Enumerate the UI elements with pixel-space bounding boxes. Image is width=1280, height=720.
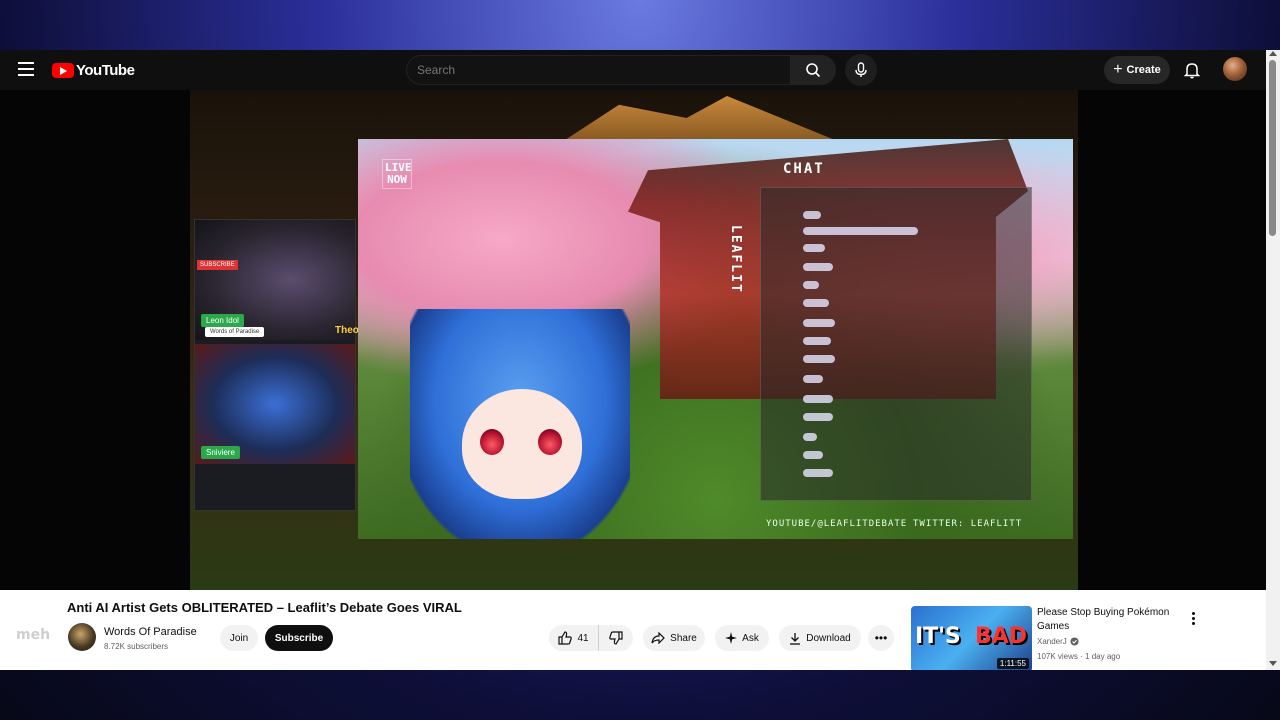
twitter-handle-text: TWITTER: LEAFLITT <box>913 519 1023 529</box>
chat-label: CHAT <box>783 161 825 177</box>
recommended-views: 107K views <box>1037 652 1078 661</box>
chat-message <box>803 281 819 289</box>
page-scrollbar[interactable] <box>1266 50 1280 670</box>
verified-check-icon <box>1070 637 1079 646</box>
chat-message <box>803 263 833 271</box>
dot-icon <box>1191 616 1195 620</box>
live-now-badge: LIVE NOW <box>382 159 412 189</box>
account-avatar[interactable] <box>1223 57 1247 81</box>
youtube-play-icon <box>52 62 74 78</box>
stream-scene: LIVE NOW CHAT LEAFLIT YOUTUBE/@LEAFLITDE… <box>358 139 1073 539</box>
vtuber-eye-right <box>538 429 562 455</box>
chat-message <box>803 337 831 345</box>
thumbs-down-icon <box>609 631 623 645</box>
search-button[interactable] <box>790 55 836 85</box>
video-duration: 1:11:55 <box>996 658 1029 669</box>
recommended-channel-name[interactable]: XanderJ <box>1037 637 1067 646</box>
subscriber-count: 8.72K subscribers <box>104 642 169 651</box>
share-button[interactable]: Share <box>643 625 705 651</box>
chat-message <box>803 227 918 235</box>
scroll-down-arrow-icon[interactable] <box>1269 661 1277 666</box>
chat-message <box>803 413 833 421</box>
scroll-thumb[interactable] <box>1269 60 1276 236</box>
cam-name-tag-bottom: Sniviere <box>201 446 240 459</box>
chat-message <box>803 469 833 477</box>
menu-icon[interactable] <box>18 62 34 76</box>
recommended-channel-row: XanderJ <box>1037 637 1079 646</box>
watermark-text: meh <box>16 627 51 643</box>
channel-name[interactable]: Words Of Paradise <box>104 626 197 638</box>
microphone-icon <box>855 62 867 77</box>
chat-message <box>803 211 821 219</box>
video-info-section: Anti AI Artist Gets OBLITERATED – Leafli… <box>0 590 1266 670</box>
share-icon <box>651 632 666 644</box>
create-button[interactable]: + Create <box>1104 56 1170 84</box>
channel-avatar[interactable] <box>68 623 96 651</box>
sparkle-icon <box>725 632 738 644</box>
masthead: YouTube + Create <box>0 50 1266 90</box>
chat-message <box>803 355 835 363</box>
like-button[interactable]: 41 <box>549 625 599 651</box>
youtube-logo[interactable]: YouTube <box>52 61 135 79</box>
leaflit-vertical-label: LEAFLIT <box>728 225 743 294</box>
chat-message <box>803 395 833 403</box>
chat-message <box>803 244 825 252</box>
thumbs-up-icon <box>558 631 573 645</box>
download-icon <box>790 632 801 645</box>
search-icon <box>806 63 821 78</box>
youtube-handle-text: YOUTUBE/@LEAFLITDEBATE <box>766 519 908 529</box>
like-count: 41 <box>577 632 589 644</box>
more-horizontal-icon: ••• <box>874 631 888 645</box>
dot-icon <box>1191 621 1195 625</box>
cam-theo-label: Theo <box>335 325 359 336</box>
dot-icon <box>1191 611 1195 615</box>
browser-window: YouTube + Create SUBSCRIBE Leon Idol Wor… <box>0 50 1280 670</box>
download-button[interactable]: Download <box>779 625 861 651</box>
dislike-button[interactable] <box>599 625 633 651</box>
create-label: Create <box>1126 64 1161 76</box>
vtuber-face <box>462 389 582 499</box>
scroll-up-arrow-icon[interactable] <box>1269 51 1277 56</box>
join-button[interactable]: Join <box>220 625 258 651</box>
webcam-overlay: SUBSCRIBE Leon Idol Words of Paradise Th… <box>194 219 359 511</box>
chat-message <box>803 375 823 383</box>
cam-name-tag-top-sub: Words of Paradise <box>205 327 265 337</box>
video-title: Anti AI Artist Gets OBLITERATED – Leafli… <box>67 600 462 615</box>
more-actions-button[interactable]: ••• <box>868 625 894 651</box>
ask-label: Ask <box>742 632 759 644</box>
logo-text: YouTube <box>76 61 135 79</box>
cam-subscribe-badge: SUBSCRIBE <box>197 260 238 270</box>
recommended-meta: 107K views · 1 day ago <box>1037 652 1120 661</box>
vtuber-eye-left <box>480 429 504 455</box>
download-label: Download <box>806 632 851 644</box>
share-label: Share <box>670 632 697 644</box>
plus-icon: + <box>1113 61 1123 78</box>
vtuber-avatar <box>410 299 630 539</box>
recommended-more-button[interactable] <box>1186 608 1200 628</box>
chat-message <box>803 451 823 459</box>
video-player[interactable]: SUBSCRIBE Leon Idol Words of Paradise Th… <box>0 90 1266 590</box>
voice-search-button[interactable] <box>845 54 877 86</box>
chat-message <box>803 319 835 327</box>
search-input[interactable] <box>406 55 790 85</box>
chat-message <box>803 299 829 307</box>
subscribe-button[interactable]: Subscribe <box>265 625 333 651</box>
notifications-bell-icon[interactable] <box>1182 60 1202 80</box>
ask-button[interactable]: Ask <box>715 625 769 651</box>
thumb-text-its: IT'S <box>915 624 961 649</box>
recommended-title[interactable]: Please Stop Buying Pokémon Games <box>1037 606 1177 634</box>
thumb-text-bad: BAD <box>975 624 1028 649</box>
recommended-age: 1 day ago <box>1085 652 1121 661</box>
recommended-thumbnail[interactable]: IT'S BAD 1:11:55 <box>911 606 1032 670</box>
like-dislike-group: 41 <box>549 625 633 651</box>
chat-message <box>803 433 817 441</box>
cam-name-tag-top: Leon Idol <box>201 314 244 327</box>
